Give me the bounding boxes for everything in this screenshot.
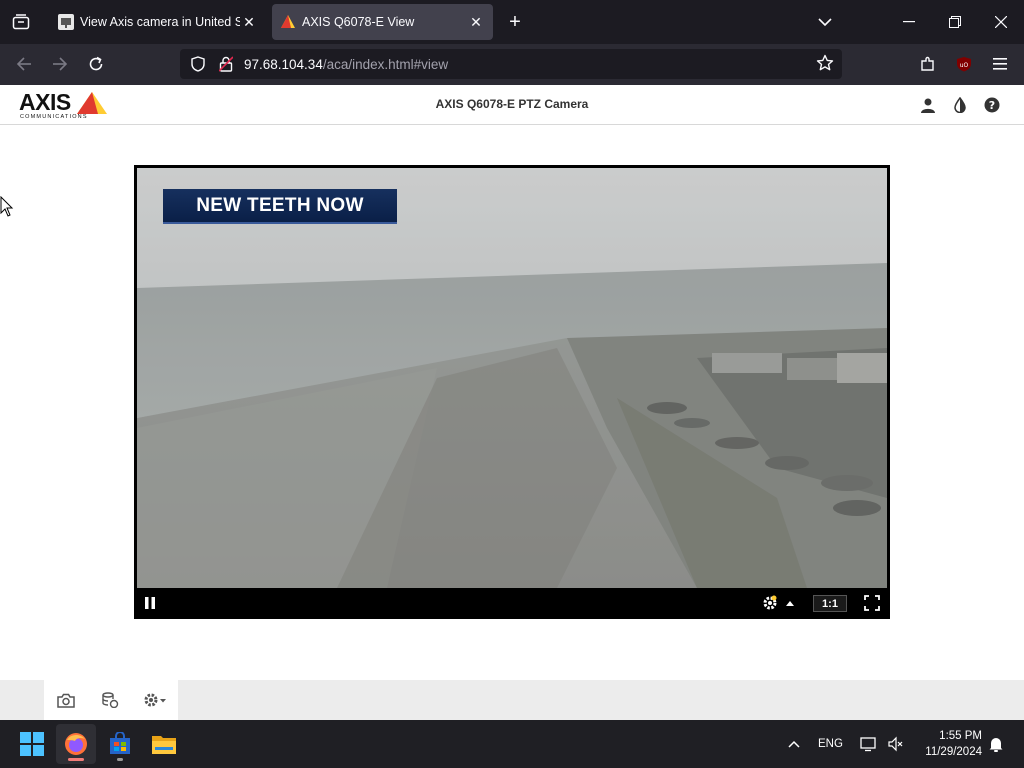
reload-icon — [89, 56, 103, 71]
minimize-icon — [903, 21, 915, 23]
start-button[interactable] — [12, 724, 52, 764]
axis-app-header: AXIS COMMUNICATIONS AXIS Q6078-E PTZ Cam… — [0, 85, 1024, 125]
tab-axis-view[interactable]: AXIS Q6078-E View ✕ — [272, 4, 493, 40]
ublock-icon: uO — [957, 57, 971, 72]
fullscreen-button[interactable] — [863, 593, 881, 613]
recordings-icon — [102, 692, 119, 708]
fullscreen-icon — [864, 595, 880, 611]
windows-start-icon — [20, 732, 44, 756]
new-tab-button[interactable]: + — [503, 10, 527, 34]
pause-icon — [145, 597, 155, 609]
svg-text:uO: uO — [960, 62, 969, 69]
help-icon: ? — [984, 97, 1000, 113]
network-icon — [860, 737, 876, 752]
toolbar-button-group — [44, 680, 178, 720]
mouse-cursor-icon — [0, 196, 14, 217]
language-indicator[interactable]: ENG — [818, 720, 843, 768]
video-player[interactable]: NEW TEETH NOW 1:1 — [134, 165, 890, 619]
volume-muted-icon — [888, 736, 903, 752]
url-text[interactable]: 97.68.104.34/aca/index.html#view — [236, 57, 448, 72]
app-running-indicator — [117, 758, 123, 761]
browser-tab-bar: View Axis camera in United Stat ✕ AXIS Q… — [0, 0, 1024, 44]
video-controls-bar: 1:1 — [137, 590, 887, 616]
recordings-button[interactable] — [96, 688, 124, 712]
windows-taskbar: ENG 1:55 PM 11/29/2024 — [0, 720, 1024, 768]
settings-menu-button[interactable] — [140, 688, 172, 712]
active-app-indicator — [68, 758, 84, 761]
address-bar[interactable]: 97.68.104.34/aca/index.html#view — [180, 49, 842, 79]
snapshot-button[interactable] — [52, 688, 80, 712]
tab-close-icon[interactable]: ✕ — [240, 13, 258, 31]
camera-snapshot-icon — [57, 693, 75, 708]
live-video-stream[interactable]: NEW TEETH NOW — [137, 168, 887, 588]
url-host: 97.68.104.34 — [244, 56, 323, 72]
url-path: /aca/index.html#view — [322, 56, 449, 72]
axis-favicon-icon — [281, 15, 295, 28]
logo-subtext: COMMUNICATIONS — [20, 114, 88, 120]
clock-time: 1:55 PM — [939, 730, 982, 742]
shield-icon[interactable] — [188, 54, 208, 74]
minimize-button[interactable] — [886, 0, 932, 44]
arrow-left-icon — [16, 57, 31, 71]
chevron-up-icon — [788, 740, 800, 748]
taskbar-clock[interactable]: 1:55 PM 11/29/2024 — [914, 728, 982, 760]
tab-title: View Axis camera in United Stat — [80, 15, 240, 29]
show-hidden-icons-button[interactable] — [782, 720, 806, 768]
tab-close-icon[interactable]: ✕ — [467, 13, 485, 31]
taskbar-file-explorer[interactable] — [144, 724, 184, 764]
svg-text:?: ? — [989, 99, 995, 112]
bookmark-star-icon[interactable] — [816, 54, 836, 74]
restore-icon — [949, 16, 961, 28]
restore-button[interactable] — [932, 0, 978, 44]
browser-nav-bar: 97.68.104.34/aca/index.html#view uO — [0, 44, 1024, 85]
hamburger-menu-icon — [993, 58, 1007, 70]
tab-title: AXIS Q6078-E View — [302, 15, 415, 29]
contrast-icon — [954, 97, 966, 113]
tab-axis-camera-search[interactable]: View Axis camera in United Stat ✕ — [50, 4, 266, 40]
video-overlay-banner: NEW TEETH NOW — [163, 189, 397, 224]
beach-scene-image — [137, 168, 887, 588]
notifications-button[interactable] — [986, 720, 1006, 768]
page-title: AXIS Q6078-E PTZ Camera — [435, 97, 589, 111]
ublock-extension-button[interactable]: uO — [950, 50, 978, 78]
forward-button[interactable] — [46, 50, 74, 78]
clock-date: 11/29/2024 — [925, 746, 982, 758]
tab-overview-button[interactable] — [0, 0, 42, 44]
pause-button[interactable] — [141, 593, 159, 613]
extensions-button[interactable] — [914, 50, 942, 78]
taskbar-store[interactable] — [100, 724, 140, 764]
network-status[interactable] — [858, 720, 880, 768]
close-icon — [995, 16, 1007, 28]
help-button[interactable]: ? — [982, 95, 1002, 115]
tab-favicon-icon — [58, 14, 74, 30]
stream-settings-button[interactable] — [761, 593, 797, 613]
firefox-icon — [65, 733, 87, 755]
store-icon — [110, 732, 130, 754]
puzzle-icon — [921, 56, 934, 71]
arrow-right-icon — [53, 57, 68, 71]
app-menu-button[interactable] — [986, 50, 1014, 78]
stream-settings-icon — [763, 595, 794, 610]
folder-icon — [152, 736, 176, 754]
user-icon — [921, 98, 935, 113]
close-window-button[interactable] — [978, 0, 1024, 44]
aspect-ratio-button[interactable]: 1:1 — [813, 595, 847, 612]
volume-status[interactable] — [884, 720, 906, 768]
taskbar-firefox[interactable] — [56, 724, 96, 764]
tab-list-icon — [12, 14, 30, 30]
bottom-toolbar — [0, 680, 1024, 720]
settings-icon — [144, 693, 166, 707]
bell-icon — [989, 738, 1003, 752]
tab-list-dropdown-button[interactable] — [802, 0, 848, 44]
back-button[interactable] — [10, 50, 38, 78]
chevron-down-icon — [818, 18, 832, 27]
insecure-lock-icon[interactable] — [216, 54, 236, 74]
theme-button[interactable] — [950, 95, 970, 115]
reload-button[interactable] — [82, 50, 110, 78]
user-button[interactable] — [918, 95, 938, 115]
